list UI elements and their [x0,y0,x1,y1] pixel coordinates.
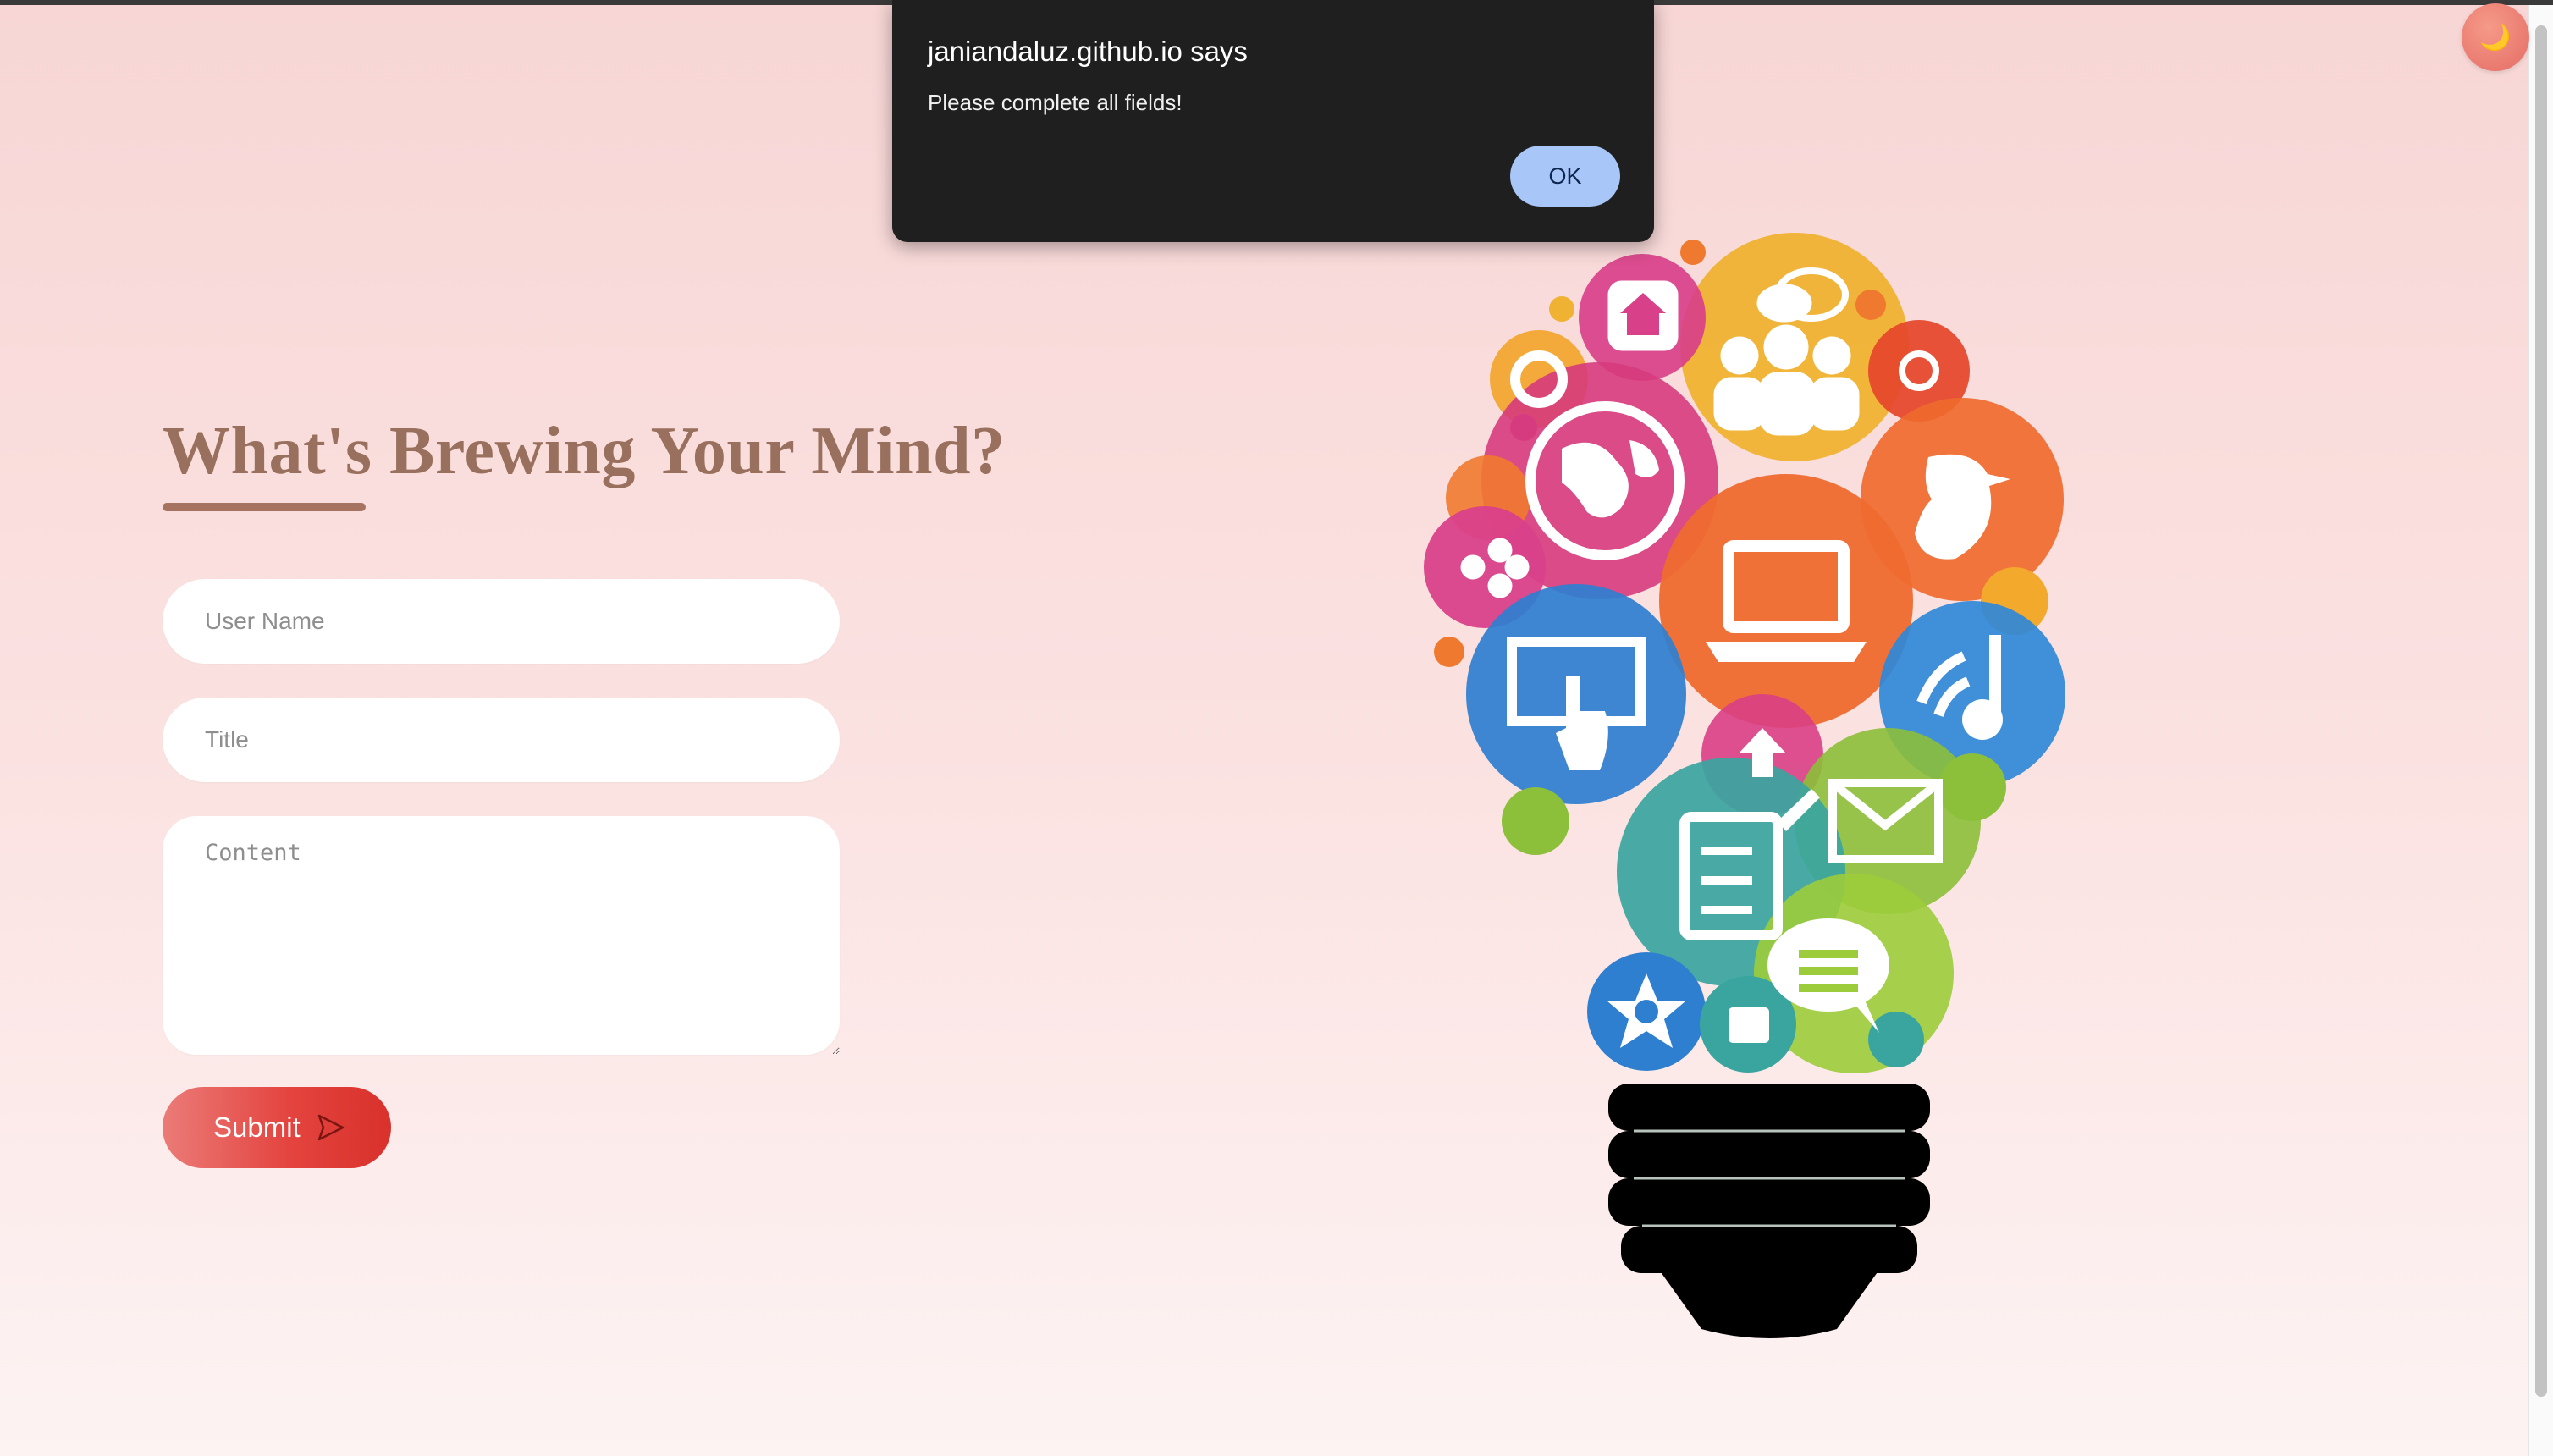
theme-toggle-button[interactable]: 🌙 [2462,3,2529,71]
username-input[interactable] [163,579,840,664]
lightbulb-icons-illustration [1424,233,2065,1338]
page-title: What's Brewing Your Mind? [163,414,1006,488]
moon-icon: 🌙 [2479,22,2512,52]
dialog-message: Please complete all fields! [928,90,1183,115]
submit-button[interactable]: Submit [163,1087,391,1168]
dialog-title: janiandaluz.github.io says [928,36,1248,67]
submit-label: Submit [213,1111,301,1143]
send-icon [317,1114,344,1141]
title-underline [163,503,366,511]
scrollbar[interactable] [2528,5,2553,1456]
title-input[interactable] [163,698,840,782]
content-textarea[interactable] [163,816,840,1055]
dialog-ok-button[interactable]: OK [1510,146,1620,207]
alert-dialog: janiandaluz.github.io says Please comple… [892,0,1654,242]
scrollbar-thumb[interactable] [2535,25,2547,1397]
